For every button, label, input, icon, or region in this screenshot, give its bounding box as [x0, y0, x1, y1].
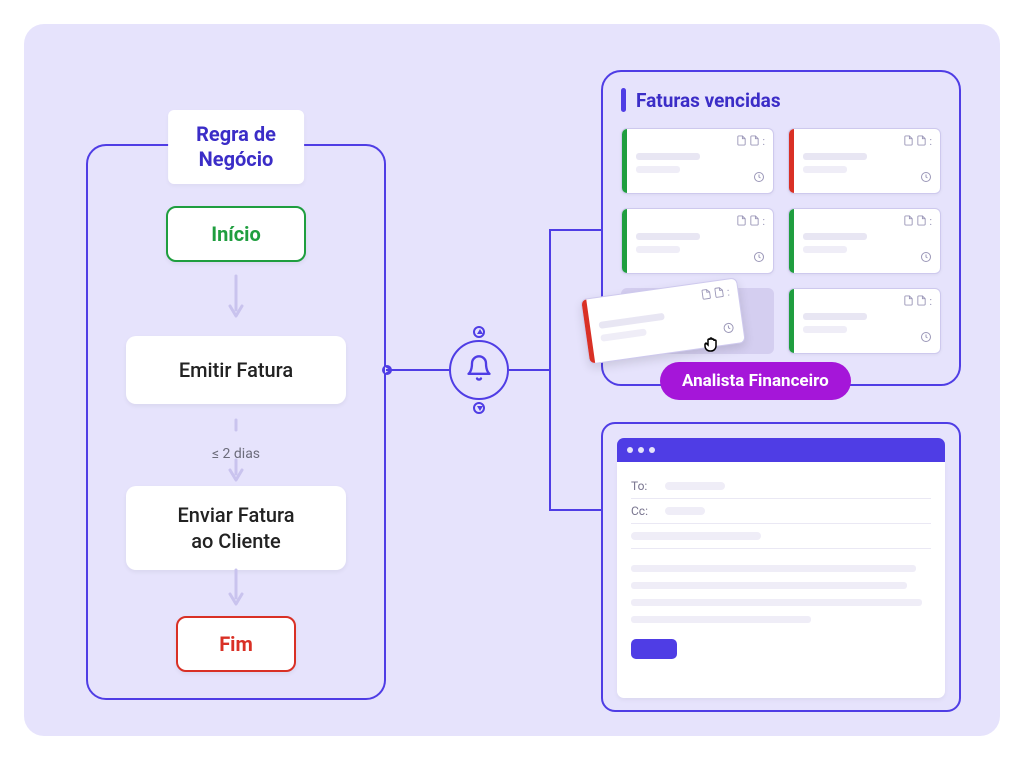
kanban-card[interactable]: : — [788, 128, 941, 194]
document-icon — [916, 295, 927, 309]
kanban-accent-bar — [621, 88, 626, 112]
connector-line — [551, 509, 601, 511]
document-icon — [713, 286, 726, 301]
card-status-stripe — [789, 129, 794, 193]
email-cc-label: Cc: — [631, 504, 655, 518]
card-icons: : — [700, 286, 730, 304]
document-icon — [700, 288, 713, 303]
clock-icon — [920, 248, 932, 267]
email-to-label: To: — [631, 479, 655, 493]
email-subject-row[interactable] — [631, 524, 931, 549]
grab-cursor-icon — [700, 332, 724, 360]
workflow-panel: Regra de Negócio Início Emitir Fatura ≤ … — [86, 144, 386, 700]
connector-line — [549, 229, 551, 511]
kanban-card[interactable]: : — [621, 128, 774, 194]
card-icons: : — [903, 215, 932, 229]
connector-arrow-up-icon — [473, 326, 485, 338]
workflow-node-send-invoice[interactable]: Enviar Fatura ao Cliente — [126, 486, 346, 570]
arrow-down-icon — [224, 568, 248, 620]
card-status-stripe — [622, 129, 627, 193]
email-body-line — [631, 565, 916, 572]
role-badge: Analista Financeiro — [660, 362, 851, 400]
email-to-row[interactable]: To: — [631, 474, 931, 499]
workflow-node-start[interactable]: Início — [166, 206, 306, 262]
connector-arrow-down-icon — [473, 402, 485, 414]
document-icon — [749, 135, 760, 149]
window-chrome — [617, 438, 945, 462]
card-status-stripe — [789, 209, 794, 273]
connector-line — [386, 369, 449, 371]
card-status-stripe — [581, 299, 595, 363]
document-icon — [736, 135, 747, 149]
clock-icon — [920, 168, 932, 187]
document-icon — [903, 215, 914, 229]
window-dot-icon — [638, 447, 644, 453]
notification-bell-node[interactable] — [449, 340, 509, 400]
email-body-line — [631, 582, 907, 589]
kanban-card[interactable]: : — [788, 288, 941, 354]
document-icon — [903, 295, 914, 309]
kanban-card[interactable]: : — [788, 208, 941, 274]
document-icon — [903, 135, 914, 149]
email-send-button[interactable] — [631, 639, 677, 659]
document-icon — [916, 215, 927, 229]
bell-icon — [465, 354, 493, 386]
document-icon — [749, 215, 760, 229]
card-icons: : — [736, 135, 765, 149]
card-icons: : — [903, 295, 932, 309]
card-icons: : — [903, 135, 932, 149]
workflow-node-emit-invoice[interactable]: Emitir Fatura — [126, 336, 346, 404]
card-status-stripe — [622, 209, 627, 273]
document-icon — [736, 215, 747, 229]
window-dot-icon — [627, 447, 633, 453]
document-icon — [916, 135, 927, 149]
kanban-header: Faturas vencidas — [621, 88, 941, 112]
clock-icon — [920, 328, 932, 347]
clock-icon — [753, 168, 765, 187]
workflow-node-end[interactable]: Fim — [176, 616, 296, 672]
email-body-line — [631, 599, 922, 606]
workflow-title: Regra de Negócio — [168, 110, 304, 184]
arrow-down-icon — [224, 274, 248, 326]
kanban-title: Faturas vencidas — [636, 89, 781, 112]
window-dot-icon — [649, 447, 655, 453]
card-icons: : — [736, 215, 765, 229]
email-body: To: Cc: — [617, 462, 945, 698]
email-cc-row[interactable]: Cc: — [631, 499, 931, 524]
diagram-canvas: Regra de Negócio Início Emitir Fatura ≤ … — [24, 24, 1000, 736]
connector-line — [509, 369, 551, 371]
card-status-stripe — [789, 289, 794, 353]
kanban-card[interactable]: : — [621, 208, 774, 274]
clock-icon — [753, 248, 765, 267]
email-window: To: Cc: — [601, 422, 961, 712]
connector-line — [551, 229, 601, 231]
email-body-line — [631, 616, 811, 623]
